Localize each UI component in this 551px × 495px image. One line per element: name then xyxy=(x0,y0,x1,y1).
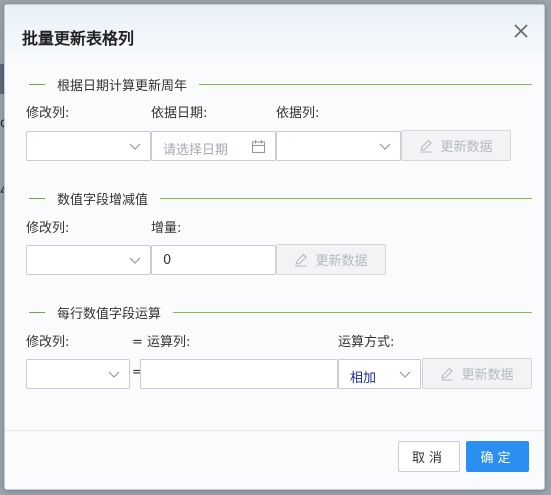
chevron-down-icon xyxy=(108,371,120,378)
modify-column-select[interactable] xyxy=(26,131,151,161)
label-modify-column: 修改列: xyxy=(26,221,70,236)
chevron-down-icon xyxy=(129,257,141,264)
calc-method-select[interactable]: 相加 xyxy=(338,359,421,389)
increment-value: 0 xyxy=(163,253,172,268)
base-column-select[interactable] xyxy=(276,131,401,161)
confirm-button[interactable]: 确定 xyxy=(466,441,529,472)
calc-method-value: 相加 xyxy=(350,371,377,386)
modify-column-select[interactable] xyxy=(26,359,130,389)
chevron-down-icon xyxy=(399,371,411,378)
calc-column-input[interactable] xyxy=(140,359,338,389)
section-title-increment: 数值字段增减值 xyxy=(29,188,532,208)
label-base-column: 依据列: xyxy=(276,106,320,121)
date-picker-input[interactable]: 请选择日期 xyxy=(151,131,276,161)
date-placeholder: 请选择日期 xyxy=(163,143,229,158)
label-base-date: 依据日期: xyxy=(151,106,208,121)
modify-column-select[interactable] xyxy=(26,245,151,275)
label-calc-column: = 运算列: xyxy=(132,335,191,350)
chevron-down-icon xyxy=(379,143,391,150)
update-data-button-row-calc[interactable]: 更新数据 xyxy=(422,358,532,389)
dialog-title: 批量更新表格列 xyxy=(22,29,135,48)
footer-divider xyxy=(5,430,544,431)
section-title-anniversary: 根据日期计算更新周年 xyxy=(29,74,532,94)
update-data-button-anniversary[interactable]: 更新数据 xyxy=(401,130,511,161)
section-title-row-calc: 每行数值字段运算 xyxy=(29,302,532,322)
update-data-button-increment[interactable]: 更新数据 xyxy=(276,244,386,275)
edit-icon xyxy=(295,253,308,267)
cancel-button[interactable]: 取消 xyxy=(398,441,460,472)
increment-input[interactable]: 0 xyxy=(151,245,276,275)
edit-icon xyxy=(420,139,433,153)
edit-icon xyxy=(441,367,454,381)
close-icon[interactable] xyxy=(512,22,530,40)
calendar-icon xyxy=(251,140,266,154)
label-calc-method: 运算方式: xyxy=(338,335,395,350)
label-modify-column: 修改列: xyxy=(26,335,70,350)
label-increment: 增量: xyxy=(151,221,182,236)
batch-update-dialog: 批量更新表格列 根据日期计算更新周年 修改列: 依据日期: 依据列: 请选择日期… xyxy=(4,4,545,490)
label-modify-column: 修改列: xyxy=(26,106,70,121)
chevron-down-icon xyxy=(129,143,141,150)
